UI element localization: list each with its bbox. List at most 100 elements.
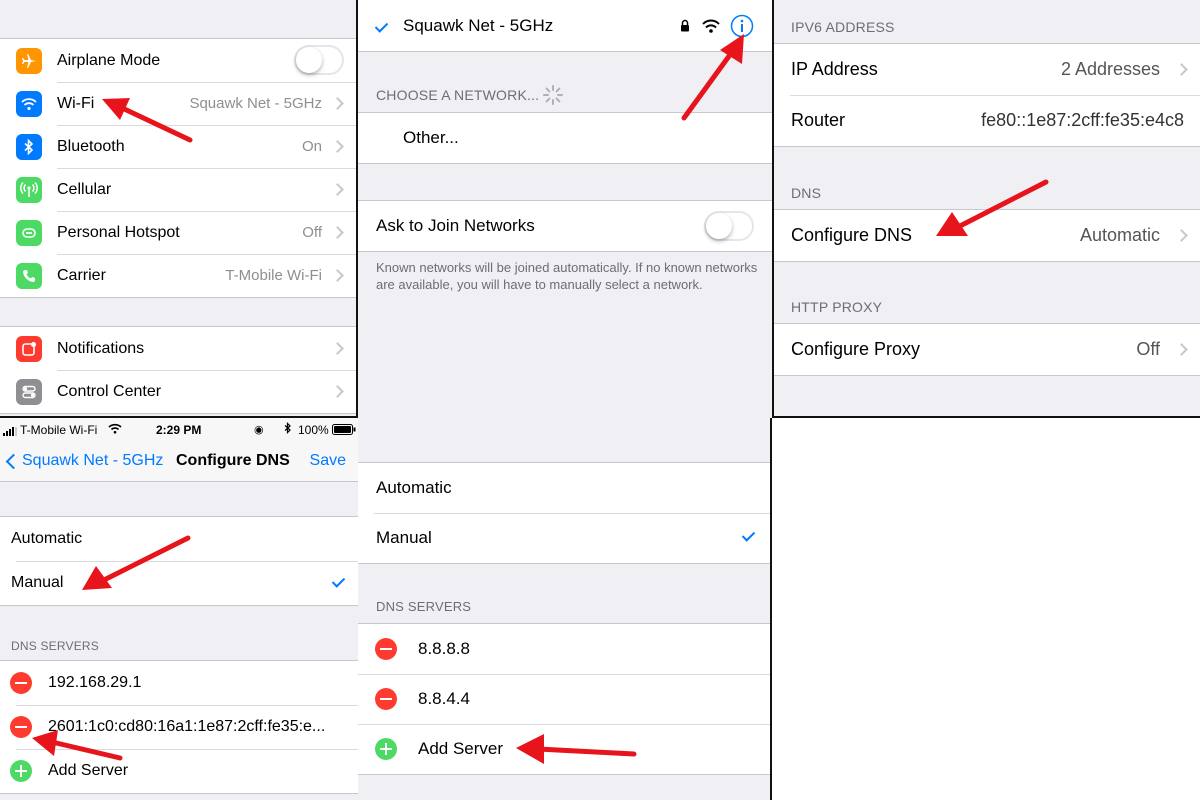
configure-proxy-label: Configure Proxy bbox=[791, 339, 921, 359]
toggle-knob bbox=[706, 213, 732, 239]
wifi-panel: Squawk Net - 5GHz CHOOSE A NETWORK... Ot… bbox=[358, 0, 772, 418]
wifi-value: Squawk Net - 5GHz bbox=[189, 95, 322, 112]
dns-server-row: 8.8.4.4 bbox=[358, 674, 770, 724]
signal-bars-icon bbox=[3, 425, 19, 439]
notifications-icon bbox=[16, 335, 42, 362]
configure-dns-value: Automatic bbox=[1079, 225, 1160, 245]
ip-address-label: IP Address bbox=[791, 59, 878, 79]
bluetooth-icon bbox=[16, 133, 42, 160]
ask-join-footnote: Known networks will be joined automatica… bbox=[376, 260, 758, 292]
status-battery-percent: 100% bbox=[298, 423, 329, 437]
control-center-icon bbox=[16, 378, 42, 405]
status-bluetooth-icon bbox=[284, 422, 292, 437]
network-details-panel: IPV6 ADDRESS IP Address 2 Addresses Rout… bbox=[772, 0, 1200, 418]
cellular-label: Cellular bbox=[57, 180, 112, 198]
dns-mode-group: Automatic Manual bbox=[0, 516, 358, 606]
dns-automatic-row[interactable]: Automatic bbox=[358, 463, 770, 513]
chevron-right-icon bbox=[331, 342, 344, 355]
delete-server-button[interactable] bbox=[10, 672, 32, 694]
ip-address-value: 2 Addresses bbox=[1060, 59, 1160, 79]
dns-automatic-label: Automatic bbox=[376, 478, 452, 497]
settings-row-bluetooth[interactable]: Bluetooth On bbox=[0, 125, 356, 168]
ip-address-row[interactable]: IP Address 2 Addresses bbox=[774, 44, 1200, 95]
checkmark-icon bbox=[741, 528, 756, 542]
router-label: Router bbox=[791, 110, 846, 130]
hotspot-icon bbox=[16, 219, 42, 246]
other-network-group: Other... bbox=[358, 112, 772, 164]
toggle-knob bbox=[296, 47, 322, 73]
connected-network-row[interactable]: Squawk Net - 5GHz bbox=[358, 0, 772, 52]
ask-join-row: Ask to Join Networks bbox=[358, 201, 772, 251]
dns-server-row: 2601:1c0:cd80:16a1:1e87:2cff:fe35:e... bbox=[0, 705, 358, 749]
chevron-right-icon bbox=[331, 269, 344, 282]
add-server-row[interactable]: Add Server bbox=[358, 724, 770, 774]
delete-server-button[interactable] bbox=[375, 688, 397, 710]
wifi-icon bbox=[16, 90, 42, 117]
configure-dns-label: Configure DNS bbox=[791, 225, 913, 245]
airplane-mode-label: Airplane Mode bbox=[57, 51, 161, 69]
info-icon[interactable] bbox=[730, 14, 754, 43]
dns-manual-row[interactable]: Manual bbox=[358, 513, 770, 563]
chevron-right-icon bbox=[331, 140, 344, 153]
add-server-icon bbox=[375, 738, 397, 760]
settings-row-cellular[interactable]: Cellular bbox=[0, 168, 356, 211]
phone-icon bbox=[16, 262, 42, 289]
settings-row-notifications[interactable]: Notifications bbox=[0, 327, 356, 370]
status-time: 2:29 PM bbox=[156, 423, 202, 437]
settings-row-personal-hotspot[interactable]: Personal Hotspot Off bbox=[0, 211, 356, 254]
other-network-row[interactable]: Other... bbox=[358, 113, 772, 163]
settings-row-control-center[interactable]: Control Center bbox=[0, 370, 356, 413]
carrier-value: T-Mobile Wi-Fi bbox=[225, 267, 322, 284]
settings-row-carrier[interactable]: Carrier T-Mobile Wi-Fi bbox=[0, 254, 356, 297]
configure-dns-row[interactable]: Configure DNS Automatic bbox=[774, 210, 1200, 261]
checkmark-icon bbox=[374, 19, 389, 33]
ask-join-toggle[interactable] bbox=[704, 211, 754, 241]
back-button[interactable]: Squawk Net - 5GHz bbox=[4, 452, 163, 470]
wifi-signal-icon bbox=[702, 19, 720, 38]
chevron-right-icon bbox=[1175, 63, 1188, 76]
chevron-right-icon bbox=[331, 183, 344, 196]
choose-network-header-text: CHOOSE A NETWORK... bbox=[376, 87, 540, 103]
settings-panel: Airplane Mode Wi-Fi Squawk Net - 5GHz Bl… bbox=[0, 0, 358, 418]
settings-row-airplane-mode[interactable]: Airplane Mode bbox=[0, 39, 356, 82]
configure-proxy-row[interactable]: Configure Proxy Off bbox=[774, 324, 1200, 375]
lock-icon bbox=[680, 19, 690, 37]
dns-group: Configure DNS Automatic bbox=[774, 209, 1200, 262]
settings-group-system: Notifications Control Center bbox=[0, 326, 356, 414]
chevron-right-icon bbox=[1175, 343, 1188, 356]
settings-group-connectivity: Airplane Mode Wi-Fi Squawk Net - 5GHz Bl… bbox=[0, 38, 356, 298]
delete-server-button[interactable] bbox=[10, 716, 32, 738]
airplane-icon bbox=[16, 47, 42, 74]
checkmark-icon bbox=[331, 574, 346, 588]
configure-proxy-value: Off bbox=[1136, 339, 1160, 359]
connected-network-name: Squawk Net - 5GHz bbox=[403, 16, 554, 35]
dns-server-row: 192.168.29.1 bbox=[0, 661, 358, 705]
dns-manual-label: Manual bbox=[11, 574, 64, 591]
add-server-row[interactable]: Add Server bbox=[0, 749, 358, 793]
ask-join-group: Ask to Join Networks bbox=[358, 200, 772, 252]
nav-title: Configure DNS bbox=[176, 452, 290, 469]
dns-automatic-row[interactable]: Automatic bbox=[0, 517, 358, 561]
wifi-label: Wi-Fi bbox=[57, 94, 95, 112]
status-bar: T-Mobile Wi-Fi 2:29 PM ◉ 100% bbox=[0, 418, 358, 442]
airplane-mode-toggle[interactable] bbox=[294, 45, 344, 75]
delete-server-button[interactable] bbox=[375, 638, 397, 660]
dns-manual-row[interactable]: Manual bbox=[0, 561, 358, 605]
battery-icon bbox=[332, 424, 356, 438]
http-proxy-header: HTTP PROXY bbox=[791, 299, 883, 315]
save-button[interactable]: Save bbox=[310, 452, 346, 470]
configure-dns-new-panel: Automatic Manual DNS SERVERS 8.8.8.8 8.8… bbox=[358, 418, 772, 800]
dns-mode-group: Automatic Manual bbox=[358, 462, 770, 564]
dns-server-address: 2601:1c0:cd80:16a1:1e87:2cff:fe35:e... bbox=[48, 718, 326, 735]
settings-row-wifi[interactable]: Wi-Fi Squawk Net - 5GHz bbox=[0, 82, 356, 125]
chevron-right-icon bbox=[1175, 229, 1188, 242]
status-carrier: T-Mobile Wi-Fi bbox=[20, 423, 98, 437]
dns-servers-group: 192.168.29.1 2601:1c0:cd80:16a1:1e87:2cf… bbox=[0, 660, 358, 794]
chevron-left-icon bbox=[5, 453, 22, 469]
personal-hotspot-value: Off bbox=[302, 224, 322, 241]
router-value: fe80::1e87:2cff:fe35:e4c8 bbox=[981, 110, 1184, 130]
router-row: Router fe80::1e87:2cff:fe35:e4c8 bbox=[774, 95, 1200, 146]
chevron-right-icon bbox=[331, 97, 344, 110]
dns-servers-header: DNS SERVERS bbox=[376, 599, 472, 614]
add-server-label: Add Server bbox=[418, 739, 504, 758]
